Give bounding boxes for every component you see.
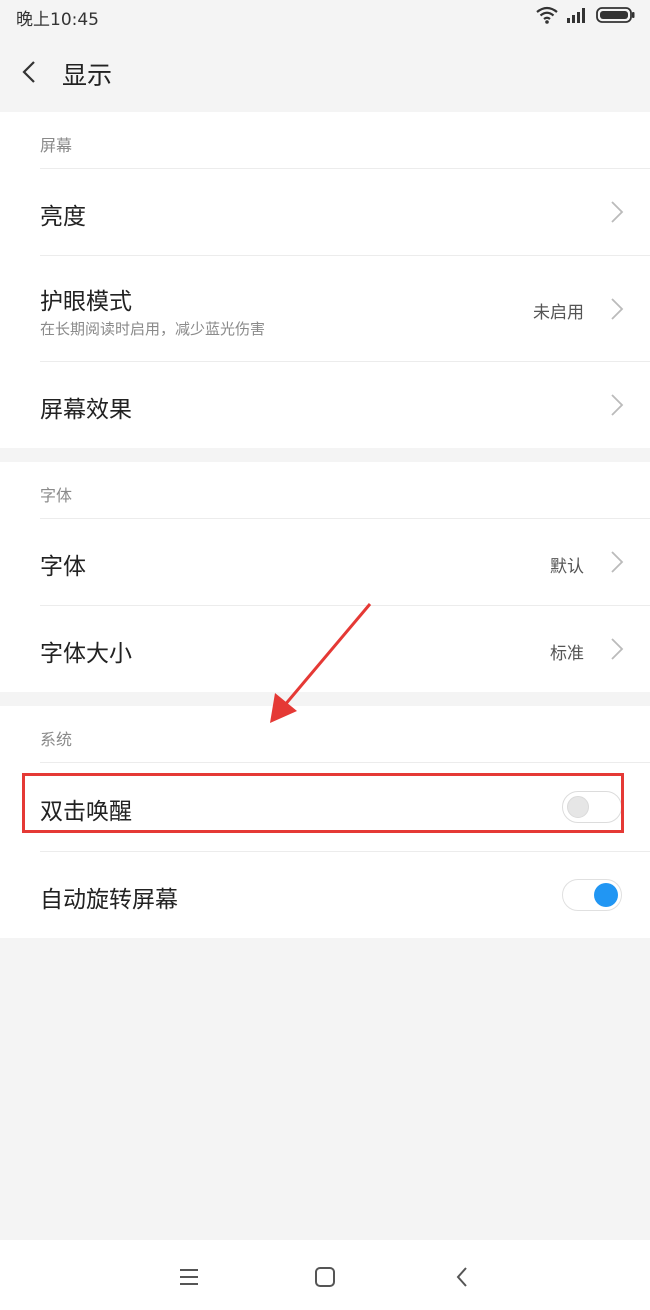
section-title-system: 系统: [40, 730, 73, 749]
chevron-right-icon: [611, 394, 624, 416]
annotation-highlight-box: [22, 773, 624, 833]
row-auto-rotate[interactable]: 自动旋转屏幕: [0, 852, 650, 938]
signal-icon: [567, 8, 585, 23]
row-label-font-size: 字体大小: [40, 641, 132, 667]
auto-rotate-toggle[interactable]: [562, 879, 622, 911]
row-value-eye-mode: 未启用: [533, 303, 584, 323]
row-value-font-size: 标准: [550, 644, 584, 664]
home-icon[interactable]: [310, 1262, 340, 1292]
battery-icon: [596, 7, 635, 23]
section-font: 字体 字体 默认 字体大小 标准: [0, 462, 650, 692]
row-brightness[interactable]: 亮度: [0, 169, 650, 255]
section-title-font: 字体: [40, 486, 73, 505]
row-label-screen-effect: 屏幕效果: [40, 397, 132, 423]
row-screen-effect[interactable]: 屏幕效果: [0, 362, 650, 448]
chevron-right-icon: [611, 201, 624, 223]
chevron-right-icon: [611, 298, 624, 320]
status-icons: [536, 5, 636, 25]
page-header: 显示: [0, 32, 650, 112]
row-label-font: 字体: [40, 554, 86, 580]
row-label-auto-rotate: 自动旋转屏幕: [40, 887, 178, 913]
back-icon[interactable]: [14, 54, 44, 90]
row-font[interactable]: 字体 默认: [0, 519, 650, 605]
page-title: 显示: [62, 61, 113, 90]
section-title-screen: 屏幕: [40, 136, 73, 155]
chevron-right-icon: [611, 638, 624, 660]
row-subtitle-eye-mode: 在长期阅读时启用，减少蓝光伤害: [40, 320, 266, 338]
row-eye-mode[interactable]: 护眼模式 在长期阅读时启用，减少蓝光伤害 未启用: [0, 256, 650, 361]
row-value-font: 默认: [550, 557, 584, 577]
status-time: 晚上10:45: [16, 10, 99, 30]
row-label-brightness: 亮度: [40, 204, 86, 230]
nav-back-icon[interactable]: [448, 1262, 478, 1292]
section-screen: 屏幕 亮度 护眼模式 在长期阅读时启用，减少蓝光伤害 未启用 屏幕效果: [0, 112, 650, 448]
row-label-eye-mode: 护眼模式: [40, 289, 132, 315]
menu-icon[interactable]: [174, 1262, 204, 1292]
chevron-right-icon: [611, 551, 624, 573]
wifi-icon: [536, 6, 558, 24]
row-font-size[interactable]: 字体大小 标准: [0, 606, 650, 692]
status-bar: 晚上10:45: [0, 0, 650, 32]
toggle-knob: [594, 883, 618, 907]
navigation-bar: [0, 1240, 650, 1310]
